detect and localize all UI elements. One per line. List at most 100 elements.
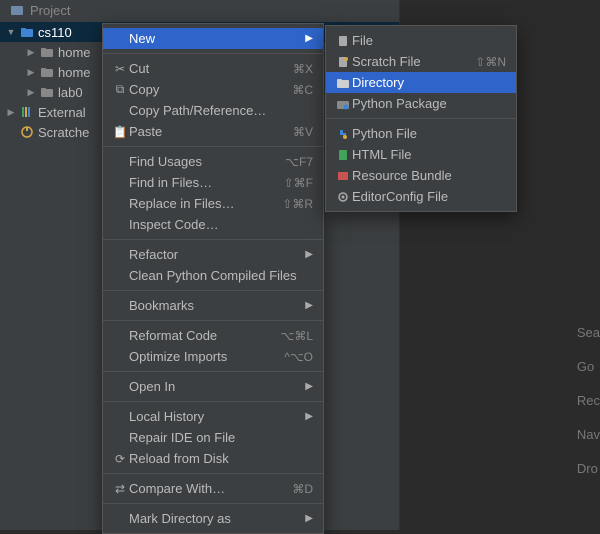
menu-repair-ide[interactable]: Repair IDE on File [103,427,323,448]
menu-shortcut: ⇧⌘F [284,176,313,190]
context-menu: New ▶ ✂ Cut ⌘X ⧉ Copy ⌘C Copy Path/Refer… [102,23,324,534]
tree-label: home [58,65,91,80]
menu-label: New [129,31,303,46]
menu-open-in[interactable]: Open In ▶ [103,376,323,397]
menu-label: Mark Directory as [129,511,303,526]
menu-reformat-code[interactable]: Reformat Code ⌥⌘L [103,325,323,346]
editorconfig-icon [334,190,352,204]
menu-compare-with[interactable]: ⇄ Compare With… ⌘D [103,478,323,499]
hint-recent: Rec [577,384,600,418]
menu-separator [103,239,323,240]
menu-label: Find Usages [129,154,285,169]
menu-label: Python Package [352,96,506,111]
submenu-file[interactable]: File [326,30,516,51]
hint-goto: Go [577,350,600,384]
menu-separator [103,290,323,291]
menu-find-in-files[interactable]: Find in Files… ⇧⌘F [103,172,323,193]
menu-separator [103,401,323,402]
menu-separator [103,473,323,474]
folder-icon [40,85,54,99]
folder-icon [40,65,54,79]
menu-shortcut: ⌥F7 [285,155,313,169]
tree-label: External [38,105,86,120]
menu-optimize-imports[interactable]: Optimize Imports ^⌥O [103,346,323,367]
menu-mark-directory-as[interactable]: Mark Directory as ▶ [103,508,323,529]
menu-label: Reformat Code [129,328,280,343]
menu-reload-from-disk[interactable]: ⟳ Reload from Disk [103,448,323,469]
menu-label: Bookmarks [129,298,303,313]
clipboard-icon: 📋 [111,125,129,139]
chevron-right-icon: ▶ [303,300,313,311]
tree-label: lab0 [58,85,83,100]
chevron-right-icon: ▶ [26,87,36,98]
editor-hints: Sea Go Rec Nav Dro [577,316,600,486]
submenu-editorconfig[interactable]: EditorConfig File [326,186,516,207]
compare-icon: ⇄ [111,482,129,496]
menu-cut[interactable]: ✂ Cut ⌘X [103,58,323,79]
menu-label: Reload from Disk [129,451,313,466]
menu-paste[interactable]: 📋 Paste ⌘V [103,121,323,142]
chevron-right-icon: ▶ [303,381,313,392]
hint-drop: Dro [577,452,600,486]
menu-shortcut: ⇧⌘R [282,197,313,211]
chevron-right-icon: ▶ [303,513,313,524]
submenu-resource-bundle[interactable]: Resource Bundle [326,165,516,186]
tree-label: home [58,45,91,60]
menu-label: Compare With… [129,481,292,496]
resource-bundle-icon [334,169,352,183]
menu-label: Copy [129,82,292,97]
submenu-html-file[interactable]: HTML File [326,144,516,165]
menu-label: Paste [129,124,293,139]
project-toolbar: Project [0,0,399,20]
menu-label: Cut [129,61,293,76]
tree-label: cs110 [38,25,72,40]
menu-new[interactable]: New ▶ [103,28,323,49]
submenu-python-package[interactable]: Python Package [326,93,516,114]
chevron-right-icon: ▶ [26,47,36,58]
menu-separator [103,146,323,147]
library-icon [20,105,34,119]
menu-separator [103,371,323,372]
menu-label: Local History [129,409,303,424]
menu-shortcut: ⌘X [293,62,313,76]
menu-refactor[interactable]: Refactor ▶ [103,244,323,265]
python-package-icon [334,97,352,111]
menu-clean-compiled[interactable]: Clean Python Compiled Files [103,265,323,286]
folder-icon [20,25,34,39]
menu-label: Find in Files… [129,175,284,190]
python-file-icon [334,127,352,141]
menu-inspect-code[interactable]: Inspect Code… [103,214,323,235]
menu-shortcut: ⇧⌘N [475,55,506,69]
menu-label: EditorConfig File [352,189,506,204]
menu-label: Optimize Imports [129,349,284,364]
file-icon [334,34,352,48]
submenu-python-file[interactable]: Python File [326,123,516,144]
html-file-icon [334,148,352,162]
menu-label: Python File [352,126,506,141]
submenu-new: File Scratch File ⇧⌘N Directory Python P… [325,25,517,212]
submenu-scratch-file[interactable]: Scratch File ⇧⌘N [326,51,516,72]
chevron-right-icon: ▶ [303,249,313,260]
submenu-directory[interactable]: Directory [326,72,516,93]
menu-replace-in-files[interactable]: Replace in Files… ⇧⌘R [103,193,323,214]
menu-label: Replace in Files… [129,196,282,211]
menu-label: Open In [129,379,303,394]
menu-shortcut: ⌘V [293,125,313,139]
menu-separator [103,320,323,321]
chevron-right-icon: ▶ [26,67,36,78]
folder-icon [40,45,54,59]
menu-local-history[interactable]: Local History ▶ [103,406,323,427]
project-label: Project [30,3,70,18]
menu-separator [103,503,323,504]
menu-label: Copy Path/Reference… [129,103,313,118]
menu-shortcut: ⌘C [292,83,313,97]
menu-bookmarks[interactable]: Bookmarks ▶ [103,295,323,316]
menu-copy[interactable]: ⧉ Copy ⌘C [103,79,323,100]
menu-label: Scratch File [352,54,475,69]
menu-label: Inspect Code… [129,217,313,232]
scratch-icon [20,125,34,139]
hint-search: Sea [577,316,600,350]
menu-copy-path[interactable]: Copy Path/Reference… [103,100,323,121]
menu-find-usages[interactable]: Find Usages ⌥F7 [103,151,323,172]
menu-label: Refactor [129,247,303,262]
